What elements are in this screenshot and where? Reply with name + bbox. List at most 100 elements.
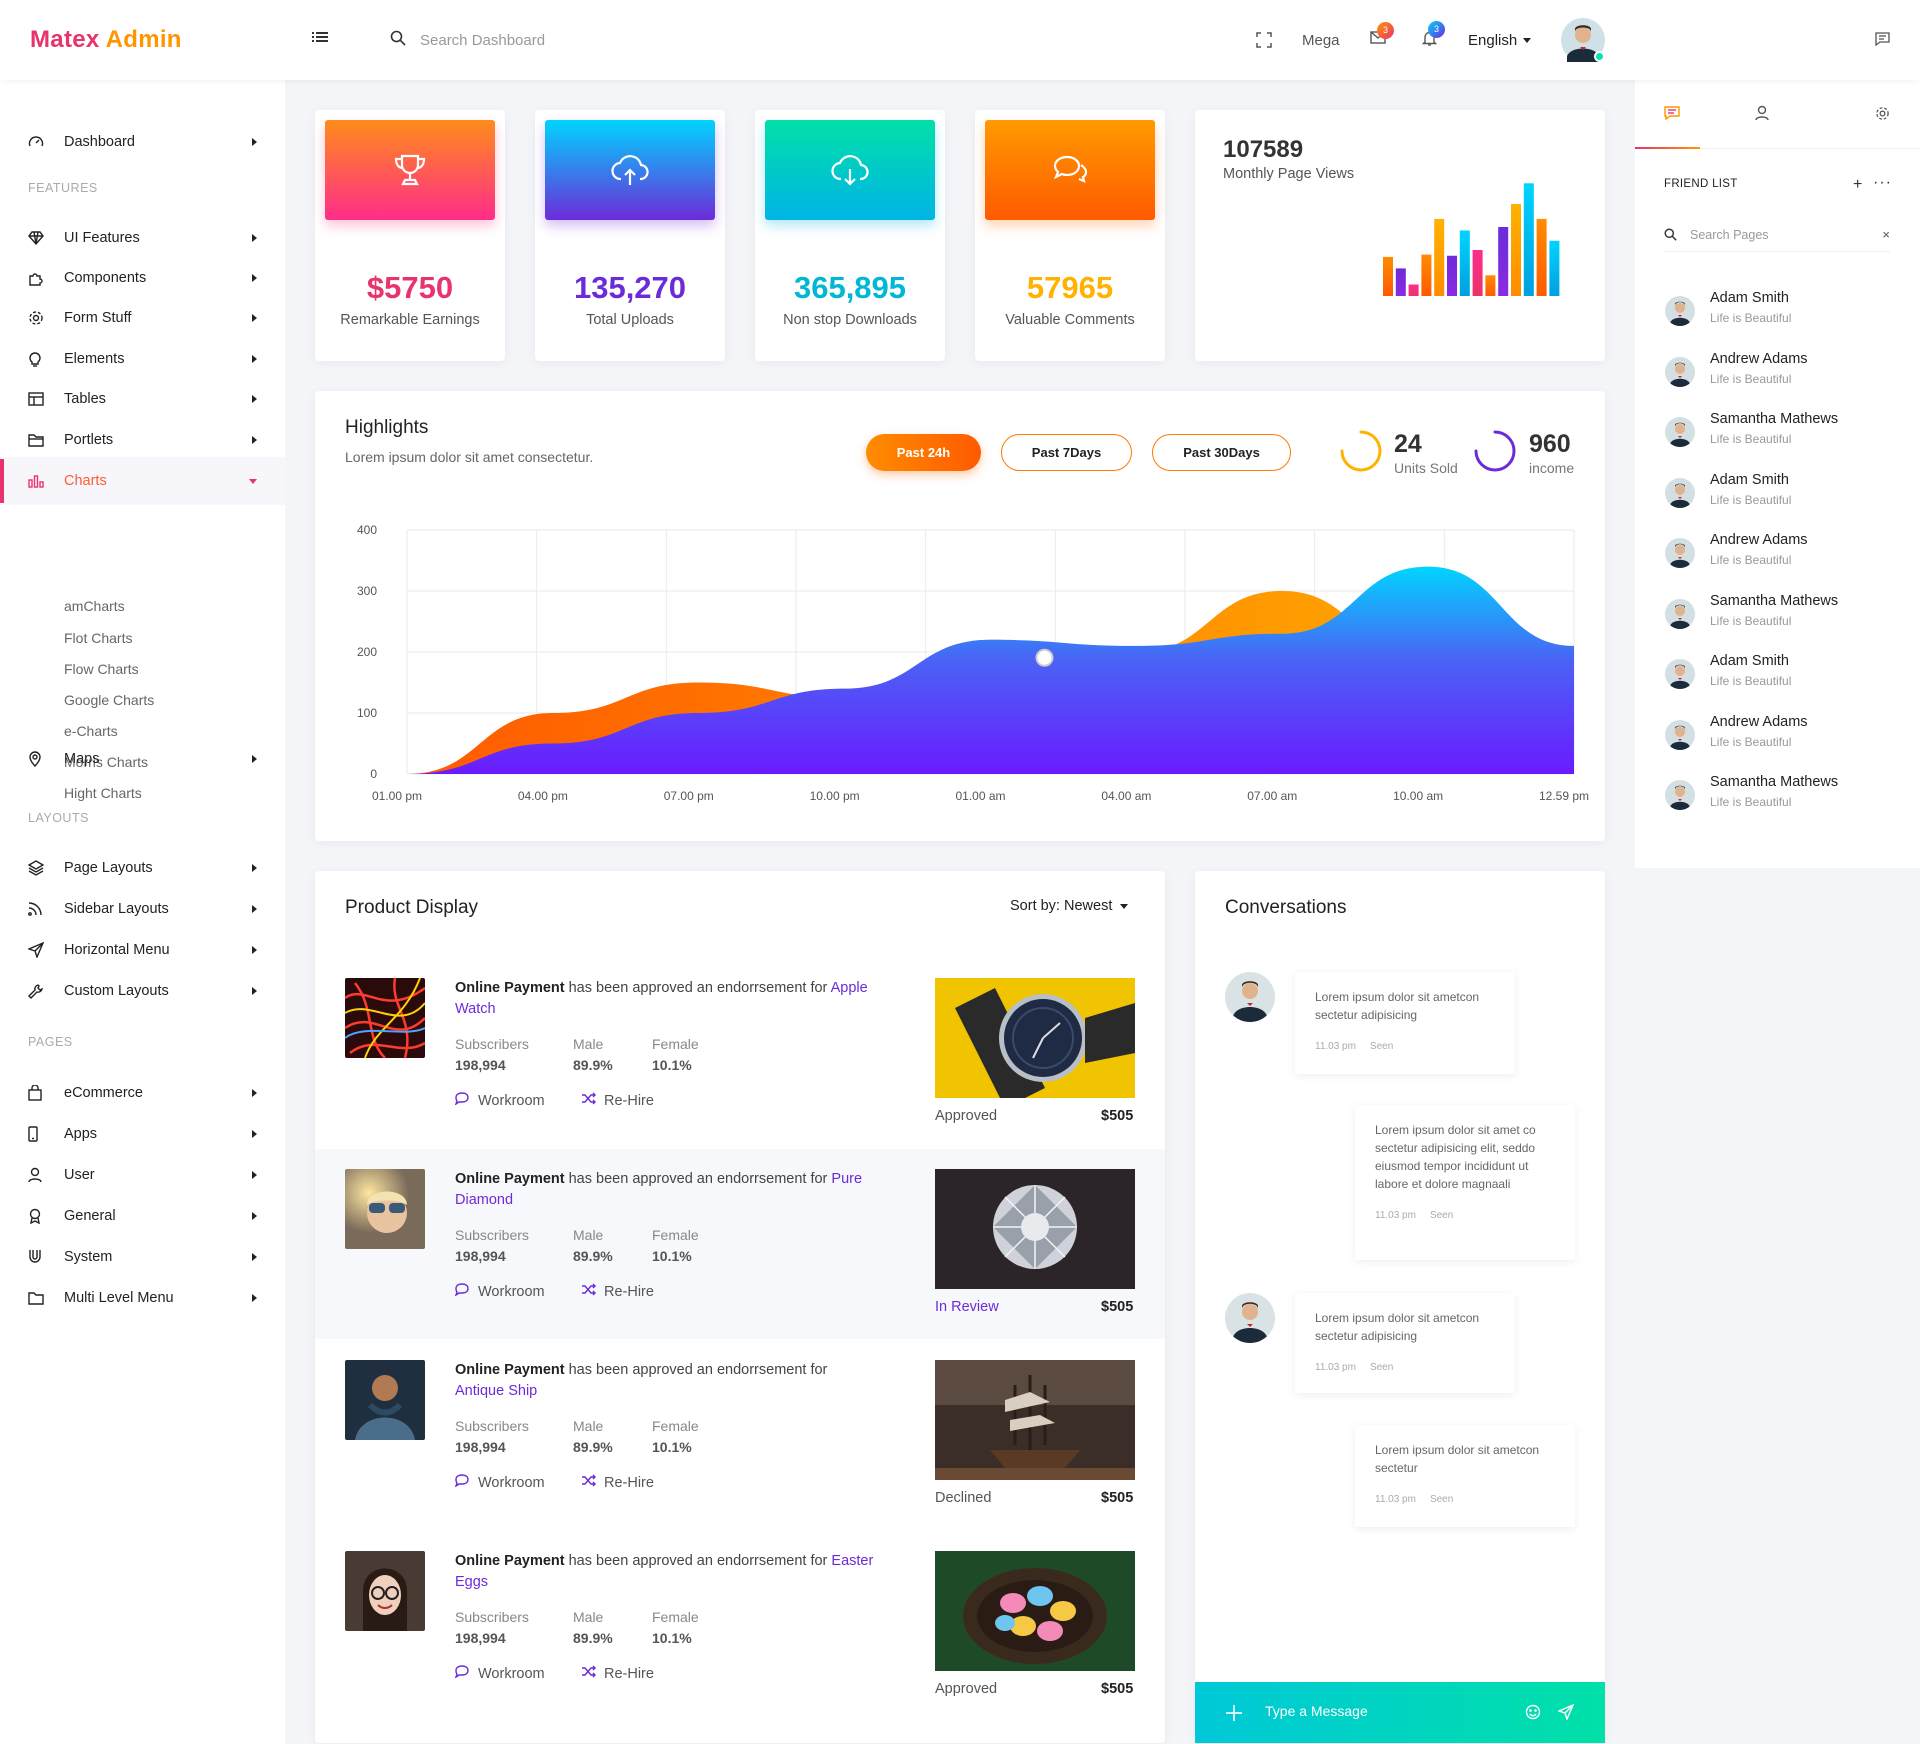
product-photo[interactable] <box>935 1169 1135 1289</box>
product-photo[interactable] <box>935 978 1135 1098</box>
mini-bar <box>1485 275 1496 296</box>
emoji-icon[interactable] <box>1525 1704 1541 1725</box>
stat-label: Valuable Comments <box>1005 312 1135 328</box>
tab-past-30days[interactable]: Past 30Days <box>1152 434 1291 471</box>
sidebar-item-apps[interactable]: Apps <box>28 1122 257 1146</box>
sidebar-item-general[interactable]: General <box>28 1204 257 1228</box>
sidebar-item-multi-level-menu[interactable]: Multi Level Menu <box>28 1286 257 1310</box>
caret-right-icon <box>252 1294 257 1302</box>
product-photo[interactable] <box>935 1360 1135 1480</box>
sidebar-item-ui-features[interactable]: UI Features <box>28 226 257 250</box>
notification-button[interactable]: 3 <box>1421 20 1445 56</box>
mini-bar <box>1408 284 1419 296</box>
menu-toggle-icon[interactable] <box>312 30 328 49</box>
friend-status: Life is Beautiful <box>1710 311 1792 325</box>
sidebar-subitem[interactable]: Flot Charts <box>64 630 132 646</box>
tab-past-7days[interactable]: Past 7Days <box>1001 434 1132 471</box>
sidebar-item-system[interactable]: System <box>28 1245 257 1269</box>
chat-toggle-icon[interactable] <box>1875 32 1890 51</box>
income-label: income <box>1529 460 1575 476</box>
sidebar-subitem[interactable]: Google Charts <box>64 692 154 708</box>
rehire-button[interactable]: Re-Hire <box>581 1283 654 1300</box>
sidebar-item-form-stuff[interactable]: Form Stuff <box>28 306 257 330</box>
mega-menu[interactable]: Mega <box>1302 24 1340 56</box>
brand-logo[interactable]: Matex Admin <box>30 26 182 54</box>
y-tick-label: 0 <box>370 767 377 781</box>
sidebar-item-tables[interactable]: Tables <box>28 387 257 411</box>
friend-name: Samantha Mathews <box>1710 774 1839 790</box>
caret-right-icon <box>252 355 257 363</box>
clear-icon[interactable]: × <box>1882 227 1890 242</box>
sidebar-item-maps[interactable]: Maps <box>28 747 257 771</box>
sidebar-item-user[interactable]: User <box>28 1163 257 1187</box>
sidebar-subitem[interactable]: Flow Charts <box>64 661 139 677</box>
sidebar-item-sidebar-layouts[interactable]: Sidebar Layouts <box>28 897 257 921</box>
stat-label: Total Uploads <box>586 312 674 328</box>
sidebar-item-custom-layouts[interactable]: Custom Layouts <box>28 979 257 1003</box>
product-link[interactable]: Antique Ship <box>455 1383 537 1399</box>
user-avatar[interactable] <box>1561 18 1605 62</box>
friend-status: Life is Beautiful <box>1710 613 1792 628</box>
product-photo[interactable] <box>935 1551 1135 1671</box>
friend-search-input[interactable]: Search Pages × <box>1664 222 1890 252</box>
award-icon <box>28 1208 64 1224</box>
sidebar-item-page-layouts[interactable]: Page Layouts <box>28 856 257 880</box>
caret-down-icon <box>1523 37 1532 43</box>
friend-name: Samantha Mathews <box>1710 411 1839 427</box>
sidebar-subitem[interactable]: amCharts <box>64 598 125 614</box>
user-tab-icon[interactable] <box>1755 105 1769 126</box>
sidebar-subitem[interactable]: Hight Charts <box>64 785 142 801</box>
sidebar-item-charts[interactable]: Charts <box>28 469 257 493</box>
sort-dropdown[interactable]: Sort by: Newest <box>1010 898 1129 914</box>
female-value: 10.1% <box>652 1439 692 1455</box>
sidebar-item-components[interactable]: Components <box>28 266 257 290</box>
chat-tab-icon[interactable] <box>1664 106 1680 125</box>
rehire-label: Re-Hire <box>604 1092 654 1109</box>
product-thumbnail[interactable] <box>345 1360 425 1440</box>
workroom-button[interactable]: Workroom <box>454 1474 545 1491</box>
settings-tab-icon[interactable] <box>1875 106 1890 126</box>
sidebar-item-ecommerce[interactable]: eCommerce <box>28 1081 257 1105</box>
friend-avatar <box>1665 598 1695 629</box>
female-value: 10.1% <box>652 1630 692 1646</box>
workroom-button[interactable]: Workroom <box>454 1283 545 1300</box>
y-tick-label: 400 <box>357 523 377 537</box>
sidebar-item-elements[interactable]: Elements <box>28 347 257 371</box>
fullscreen-icon[interactable] <box>1256 24 1272 56</box>
sidebar-item-portlets[interactable]: Portlets <box>28 428 257 452</box>
subscribers-value: 198,994 <box>455 1439 506 1455</box>
friend-avatar <box>1665 780 1695 810</box>
sidebar-subitem[interactable]: e-Charts <box>64 723 118 739</box>
x-tick-label: 01.00 pm <box>372 789 422 803</box>
rehire-button[interactable]: Re-Hire <box>581 1092 654 1109</box>
tab-past-24h[interactable]: Past 24h <box>866 434 981 471</box>
rehire-button[interactable]: Re-Hire <box>581 1665 654 1682</box>
more-options-icon[interactable]: ··· <box>1873 174 1892 192</box>
sidebar-label: Custom Layouts <box>64 983 169 999</box>
message-input[interactable]: Type a Message <box>1265 1703 1368 1719</box>
workroom-button[interactable]: Workroom <box>454 1092 545 1109</box>
female-heading: Female <box>652 1227 699 1243</box>
mail-button[interactable]: 3 <box>1370 22 1394 56</box>
product-thumbnail[interactable] <box>345 1551 425 1631</box>
brand-part1: Matex <box>30 26 100 53</box>
send-icon[interactable] <box>1557 1703 1575 1725</box>
sidebar-item-horizontal-menu[interactable]: Horizontal Menu <box>28 938 257 962</box>
female-heading: Female <box>652 1036 699 1052</box>
caret-right-icon <box>252 436 257 444</box>
search-icon <box>390 30 406 50</box>
sidebar-item-dashboard[interactable]: Dashboard <box>28 130 257 154</box>
chart-tooltip-marker[interactable] <box>1035 648 1054 667</box>
message-text: Lorem ipsum dolor sit ametcon sectetur <box>1375 1443 1540 1475</box>
male-heading: Male <box>573 1227 604 1243</box>
product-thumbnail[interactable] <box>345 978 425 1058</box>
search-input[interactable]: Search Dashboard <box>390 30 545 50</box>
add-icon[interactable]: + <box>1853 176 1862 194</box>
plus-icon[interactable] <box>1225 1704 1243 1727</box>
stat-value: $5750 <box>366 270 454 305</box>
product-thumbnail[interactable] <box>345 1169 425 1249</box>
rehire-button[interactable]: Re-Hire <box>581 1474 654 1491</box>
workroom-button[interactable]: Workroom <box>454 1665 545 1682</box>
rehire-label: Re-Hire <box>604 1474 654 1491</box>
language-select[interactable]: English <box>1468 24 1532 56</box>
